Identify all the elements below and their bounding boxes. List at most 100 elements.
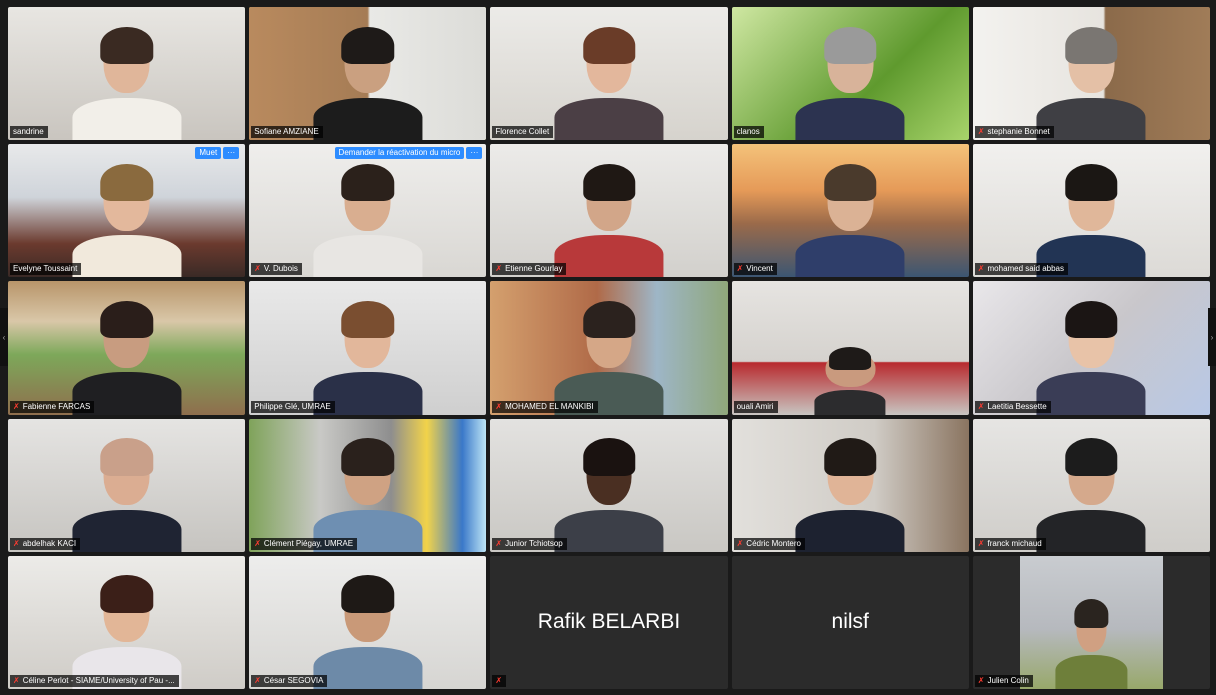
video-tile[interactable]: ✗ MOHAMED EL MANKIBI — [490, 281, 728, 415]
video-tile[interactable]: ✗ Julien Colin — [972, 555, 1210, 689]
video-tile[interactable]: ✗ Cédric Montero — [731, 418, 969, 552]
participant-name-display: Rafik BELARBI — [537, 610, 681, 634]
video-tile[interactable]: ✗ abdelhak KACI — [8, 418, 246, 552]
muted-mic-icon: ✗ — [13, 538, 20, 548]
muted-mic-icon: ✗ — [736, 538, 744, 548]
video-tile[interactable]: ✗ Clément Piégay, UMRAE — [249, 418, 487, 552]
participant-figure — [554, 435, 664, 552]
participant-nameplate: ✗ Laetitia Bessette — [974, 400, 1051, 413]
muted-mic-icon: ✗ — [13, 401, 20, 411]
muted-mic-icon: ✗ — [495, 264, 503, 274]
participant-figure — [313, 572, 423, 689]
participant-figure — [72, 297, 182, 415]
video-tile-camera-off[interactable]: nilsf — [731, 555, 969, 689]
video-tile[interactable]: ✗ Fabienne FARCAS — [8, 281, 246, 415]
participant-nameplate: Florence Collet — [492, 126, 554, 139]
video-tile[interactable]: Muet ··· Evelyne Toussaint — [8, 144, 246, 278]
next-page-arrow-icon[interactable]: › — [1208, 308, 1216, 366]
video-tile[interactable]: ✗ Etienne Gourlay — [490, 144, 728, 278]
more-options-button[interactable]: ··· — [223, 147, 240, 160]
muted-mic-icon: ✗ — [13, 675, 20, 685]
video-tile[interactable]: Philippe Glé, UMRAE — [249, 281, 487, 415]
muted-mic-icon: ✗ — [495, 401, 503, 411]
video-feed — [1020, 555, 1163, 689]
participant-nameplate: ✗ Vincent — [733, 263, 777, 276]
participant-nameplate: ✗ abdelhak KACI — [10, 537, 81, 550]
video-tile[interactable]: clanos — [731, 7, 969, 141]
video-tile[interactable]: Demander la réactivation du micro ··· ✗ V… — [249, 144, 487, 278]
muted-badge-group: Muet ··· — [195, 147, 240, 160]
participant-nameplate: ✗ Junior Tchiotsop — [492, 537, 567, 550]
participant-figure — [795, 160, 905, 278]
participant-nameplate: ✗ Céline Perlot - SIAME/University of Pau… — [10, 674, 179, 687]
participant-figure — [313, 435, 423, 552]
muted-mic-icon: ✗ — [736, 264, 744, 274]
video-tile[interactable]: Florence Collet — [490, 7, 728, 141]
participant-nameplate: ✗ Fabienne FARCAS — [10, 400, 95, 413]
muted-mic-icon: ✗ — [977, 538, 985, 548]
participant-figure — [72, 160, 182, 278]
participant-figure — [72, 572, 182, 689]
video-tile[interactable]: ✗ Junior Tchiotsop — [490, 418, 728, 552]
participant-figure — [795, 23, 905, 141]
muted-mic-icon: ✗ — [254, 264, 261, 274]
request-unmute-group: Demander la réactivation du micro ··· — [334, 147, 483, 160]
video-tile[interactable]: ✗ Vincent — [731, 144, 969, 278]
muted-mic-icon: ✗ — [495, 538, 503, 548]
participant-nameplate: ouali Amiri — [733, 400, 778, 413]
participant-name-display: nilsf — [831, 610, 869, 634]
participant-nameplate: ✗ — [492, 674, 507, 687]
participant-figure — [554, 23, 664, 141]
video-tile[interactable]: ✗ Laetitia Bessette — [972, 281, 1210, 415]
participant-figure — [1036, 297, 1146, 415]
muted-mic-icon: ✗ — [495, 675, 503, 685]
muted-mic-icon: ✗ — [254, 675, 261, 685]
participant-nameplate: ✗ mohamed said abbas — [974, 263, 1068, 276]
muted-badge: Muet — [195, 147, 222, 160]
video-tile-active-speaker[interactable]: Sofiane AMZIANE — [249, 7, 487, 141]
participant-figure — [1055, 596, 1127, 689]
participant-nameplate: Evelyne Toussaint — [10, 263, 82, 276]
participant-figure — [554, 160, 664, 278]
muted-mic-icon: ✗ — [254, 538, 261, 548]
participant-figure — [1036, 160, 1146, 278]
participant-nameplate: ✗ Cédric Montero — [733, 537, 805, 550]
video-tile[interactable]: ✗ stephanie Bonnet — [972, 7, 1210, 141]
participant-figure — [313, 297, 423, 415]
muted-mic-icon: ✗ — [977, 401, 985, 411]
video-tile[interactable]: sandrine — [8, 7, 246, 141]
request-unmute-button[interactable]: Demander la réactivation du micro — [334, 147, 465, 160]
participant-figure — [72, 23, 182, 141]
more-options-button[interactable]: ··· — [466, 147, 483, 160]
participant-nameplate: ✗ franck michaud — [974, 537, 1046, 550]
participant-figure — [313, 160, 423, 278]
participant-nameplate: ✗ stephanie Bonnet — [974, 126, 1054, 139]
video-tile[interactable]: ✗ Céline Perlot - SIAME/University of Pau… — [8, 555, 246, 689]
participant-nameplate: sandrine — [10, 126, 48, 139]
participant-figure — [1036, 435, 1146, 552]
participant-nameplate: ✗ V. Dubois — [251, 263, 302, 276]
participant-figure — [795, 435, 905, 552]
participant-nameplate: Philippe Glé, UMRAE — [251, 400, 335, 413]
video-grid: sandrine Sofiane AMZIANE Florence Collet… — [8, 7, 1210, 689]
participant-nameplate: ✗ César SEGOVIA — [251, 674, 328, 687]
video-tile[interactable]: ✗ César SEGOVIA — [249, 555, 487, 689]
previous-page-arrow-icon[interactable]: ‹ — [0, 308, 8, 366]
video-tile[interactable]: ✗ mohamed said abbas — [972, 144, 1210, 278]
muted-mic-icon: ✗ — [977, 264, 985, 274]
muted-mic-icon: ✗ — [977, 675, 985, 685]
participant-figure — [554, 297, 664, 415]
participant-figure — [72, 435, 182, 552]
participant-nameplate: ✗ Clément Piégay, UMRAE — [251, 537, 358, 550]
participant-nameplate: ✗ Etienne Gourlay — [492, 263, 567, 276]
participant-nameplate: clanos — [733, 126, 764, 139]
participant-figure — [814, 345, 886, 415]
participant-nameplate: ✗ MOHAMED EL MANKIBI — [492, 400, 598, 413]
video-tile[interactable]: ouali Amiri — [731, 281, 969, 415]
participant-figure — [1036, 23, 1146, 141]
video-tile-camera-off[interactable]: Rafik BELARBI ✗ — [490, 555, 728, 689]
video-tile[interactable]: ✗ franck michaud — [972, 418, 1210, 552]
participant-figure — [313, 23, 423, 141]
participant-nameplate: ✗ Julien Colin — [974, 674, 1033, 687]
participant-nameplate: Sofiane AMZIANE — [251, 126, 323, 139]
